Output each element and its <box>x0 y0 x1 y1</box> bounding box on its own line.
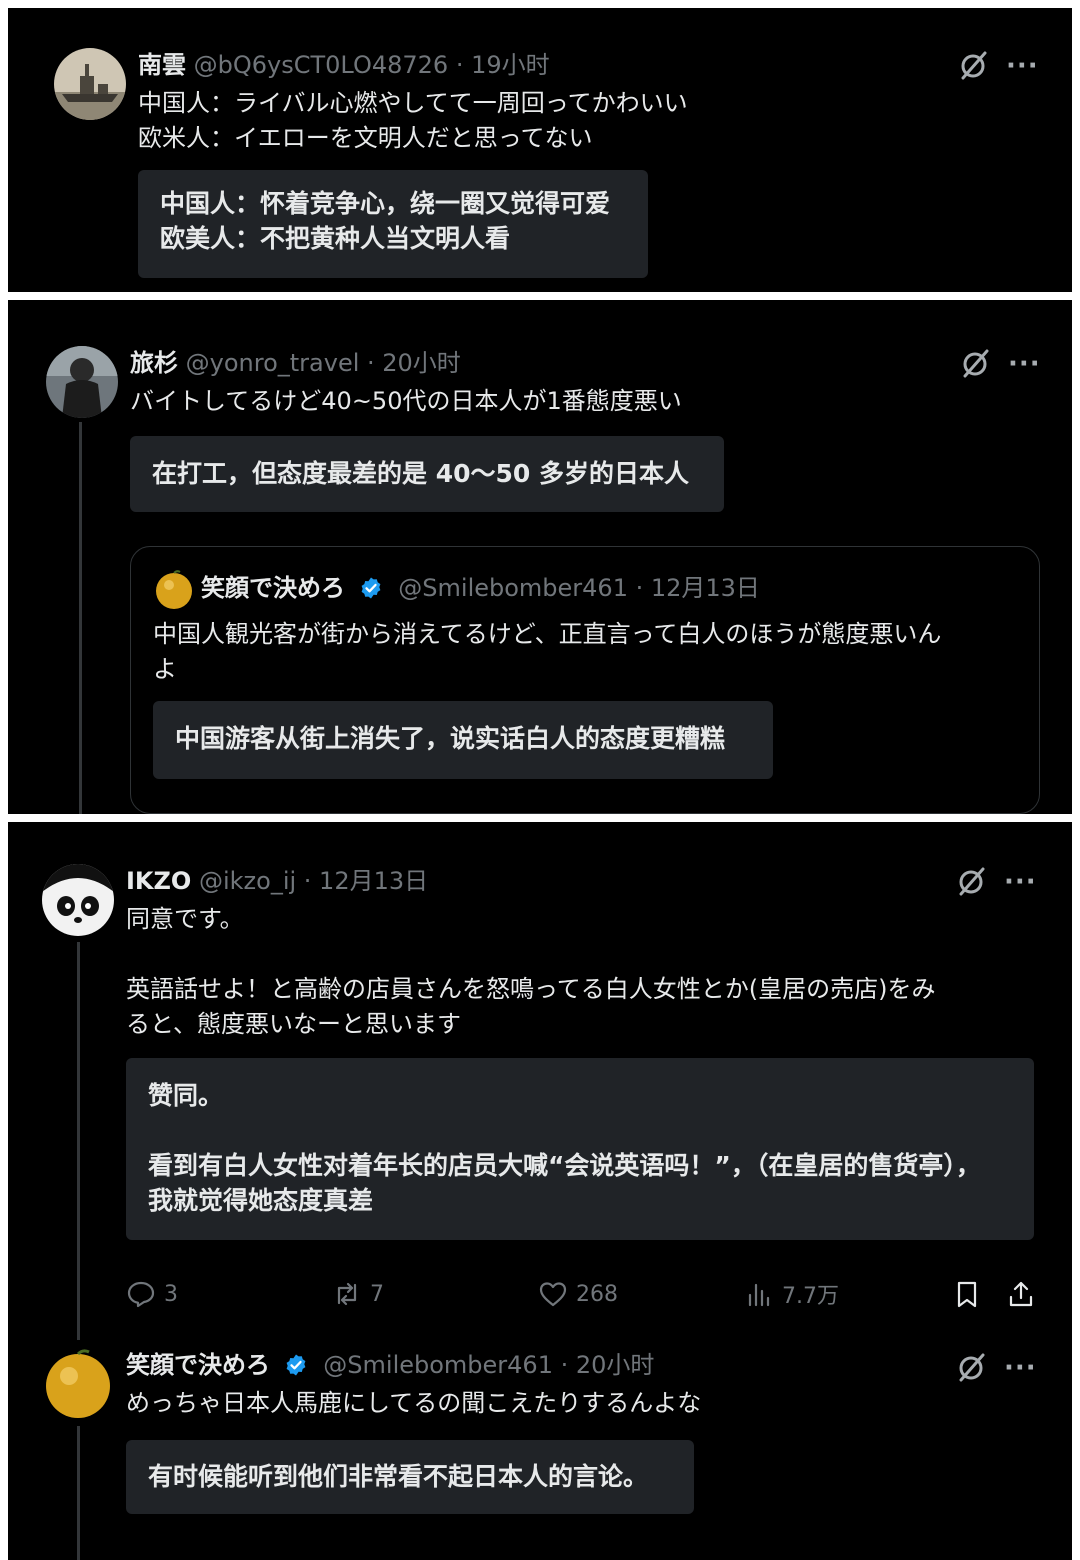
translation-box: 有时候能听到他们非常看不起日本人的言论。 <box>126 1440 694 1514</box>
tweet-header: IKZO @ikzo_ij · 12月13日 <box>126 866 428 896</box>
bookmark-button[interactable] <box>952 1272 990 1316</box>
verified-badge-icon <box>361 577 381 599</box>
quoted-text: 中国人観光客が街から消えてるけど、正直言って白人のほうが態度悪いん よ <box>153 617 941 687</box>
display-name[interactable]: 旅杉 <box>130 349 178 377</box>
display-name[interactable]: 南雲 <box>138 51 186 79</box>
translation-box: 在打工，但态度最差的是 40～50 多岁的日本人 <box>130 436 724 512</box>
more-dots-icon[interactable]: ··· <box>1004 1355 1037 1381</box>
bar-chart-icon <box>748 1283 770 1307</box>
more-dots-icon[interactable]: ··· <box>1004 869 1037 895</box>
translation-line: 赞同。 <box>148 1081 224 1110</box>
handle-and-time[interactable]: @Smilebomber461 · 20小时 <box>323 1351 654 1379</box>
quoted-tweet[interactable]: 笑顔で決めろ @Smilebomber461 · 12月13日 中国人観光客が街… <box>130 546 1040 814</box>
like-button[interactable]: 268 <box>538 1272 618 1316</box>
translation-box: 中国游客从街上消失了，说实话白人的态度更糟糕 <box>153 701 773 779</box>
share-button[interactable] <box>1006 1272 1044 1316</box>
more-dots-icon[interactable]: ··· <box>1008 351 1041 377</box>
views-button[interactable]: 7.7万 <box>744 1272 839 1316</box>
tweet-text-line: ると、態度悪いなーと思います <box>126 1010 462 1038</box>
handle-and-time[interactable]: @ikzo_ij · 12月13日 <box>199 867 428 895</box>
translation-line: 我就觉得她态度真差 <box>148 1186 374 1215</box>
translation-box: 中国人：怀着竞争心，绕一圈又觉得可爱 欧美人：不把黄种人当文明人看 <box>138 170 648 278</box>
tweet-text: 中国人：ライバル心燃やしてて一周回ってかわいい 欧米人：イエローを文明人だと思っ… <box>138 86 688 156</box>
tweet-text-line: 英語話せよ！と高齢の店員さんを怒鳴ってる白人女性とか(皇居の売店)をみ <box>126 975 936 1003</box>
action-bar: 3 7 268 7.7万 <box>126 1272 1046 1316</box>
avatar <box>153 569 195 611</box>
thread-line <box>77 942 80 1340</box>
translation-line: 中国游客从街上消失了，说实话白人的态度更糟糕 <box>175 724 726 753</box>
orange-avatar-image <box>153 569 195 611</box>
quoted-header: 笑顔で決めろ @Smilebomber461 · 12月13日 <box>201 573 760 603</box>
reply-count: 3 <box>164 1281 178 1307</box>
tweet-text: 同意です。 <box>126 902 244 937</box>
translation-line: 在打工，但态度最差的是 40～50 多岁的日本人 <box>152 459 689 488</box>
bookmark-icon <box>957 1281 977 1308</box>
retweet-count: 7 <box>370 1281 384 1307</box>
retweet-icon <box>337 1282 357 1306</box>
tweet-text-line: 中国人：ライバル心燃やしてて一周回ってかわいい <box>138 89 688 117</box>
translation-box: 赞同。 看到有白人女性对着年长的店员大喊“会说英语吗！”，（在皇居的售货亭）， … <box>126 1058 1034 1240</box>
traveler-avatar-image <box>46 346 118 418</box>
tweet-text: 英語話せよ！と高齢の店員さんを怒鳴ってる白人女性とか(皇居の売店)をみ ると、態… <box>126 972 936 1042</box>
tweet-text: バイトしてるけど40~50代の日本人が1番態度悪い <box>130 387 682 415</box>
battleship-avatar-image <box>54 48 126 120</box>
quoted-text-line: よ <box>153 655 177 683</box>
grok-slash-icon[interactable] <box>956 1352 986 1382</box>
heart-icon <box>539 1282 567 1307</box>
reply-bubble-icon <box>127 1281 155 1308</box>
display-name[interactable]: IKZO <box>126 867 191 895</box>
translation-line: 看到有白人女性对着年长的店员大喊“会说英语吗！”，（在皇居的售货亭）， <box>148 1151 981 1180</box>
translation-line: 欧美人：不把黄种人当文明人看 <box>160 224 511 253</box>
avatar[interactable] <box>54 48 126 120</box>
tweet-panel-3: IKZO @ikzo_ij · 12月13日 同意です。 英語話せよ！と高齢の店… <box>8 822 1072 1560</box>
retweet-button[interactable]: 7 <box>332 1272 384 1316</box>
share-upload-icon <box>1009 1281 1033 1307</box>
tweet-header: 笑顔で決めろ @Smilebomber461 · 20小时 <box>126 1350 654 1380</box>
tweet-text-line: 同意です。 <box>126 905 244 933</box>
translation-line: 中国人：怀着竞争心，绕一圈又觉得可爱 <box>160 189 611 218</box>
thread-line <box>77 1426 80 1560</box>
tweet-text: めっちゃ日本人馬鹿にしてるの聞こえたりするんよな <box>126 1389 702 1417</box>
grok-slash-icon[interactable] <box>958 50 988 80</box>
translation-line: 有时候能听到他们非常看不起日本人的言论。 <box>148 1462 649 1491</box>
tweet-header: 南雲 @bQ6ysCT0LO48726 · 19小时 <box>138 50 550 80</box>
panda-avatar-image <box>42 864 114 936</box>
handle-and-time[interactable]: @yonro_travel · 20小时 <box>186 349 461 377</box>
avatar[interactable] <box>42 1348 114 1420</box>
like-count: 268 <box>576 1281 618 1307</box>
more-dots-icon[interactable]: ··· <box>1006 53 1039 79</box>
verified-badge-icon <box>286 1354 306 1376</box>
avatar[interactable] <box>42 864 114 936</box>
display-name: 笑顔で決めろ <box>201 574 345 602</box>
thread-line <box>79 422 82 814</box>
handle-and-time: @Smilebomber461 · 12月13日 <box>398 574 760 602</box>
handle-and-time[interactable]: @bQ6ysCT0LO48726 · 19小时 <box>194 51 550 79</box>
grok-slash-icon[interactable] <box>960 348 990 378</box>
avatar[interactable] <box>46 346 118 418</box>
tweet-panel-2: 旅杉 @yonro_travel · 20小时 バイトしてるけど40~50代の日… <box>8 300 1072 814</box>
tweet-panel-1: 南雲 @bQ6ysCT0LO48726 · 19小时 中国人：ライバル心燃やして… <box>8 8 1072 292</box>
display-name[interactable]: 笑顔で決めろ <box>126 1351 270 1379</box>
tweet-header: 旅杉 @yonro_travel · 20小时 <box>130 348 461 378</box>
reply-button[interactable]: 3 <box>126 1272 178 1316</box>
orange-avatar-image <box>42 1348 114 1420</box>
quoted-text-line: 中国人観光客が街から消えてるけど、正直言って白人のほうが態度悪いん <box>153 620 942 648</box>
views-count: 7.7万 <box>782 1284 839 1309</box>
grok-slash-icon[interactable] <box>956 866 986 896</box>
tweet-text-line: 欧米人：イエローを文明人だと思ってない <box>138 124 593 152</box>
